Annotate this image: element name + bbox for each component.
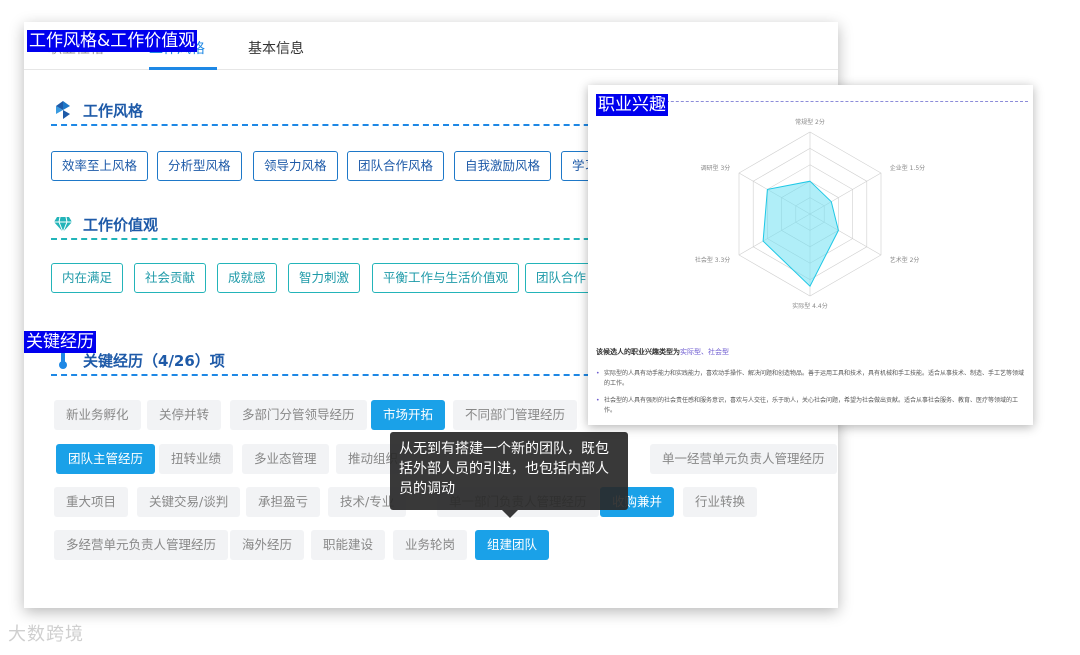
watermark-logo: 大数跨境	[8, 624, 84, 645]
work-style-values-label: 工作风格&工作价值观	[27, 30, 198, 52]
experience-tag[interactable]: 多业态管理	[242, 444, 329, 474]
interest-description: 实际型的人具有动手能力和实践能力，喜欢动手操作、解决问题和创造物品。善于运用工具…	[596, 369, 1026, 389]
work-style-tag[interactable]: 分析型风格	[157, 151, 242, 181]
experience-tag[interactable]: 承担盈亏	[246, 487, 321, 517]
work-value-tag[interactable]: 智力刺激	[288, 263, 361, 293]
radar-axis-label: 企业型 1.5分	[890, 164, 925, 172]
tab-basic-info[interactable]: 基本信息	[248, 38, 304, 58]
experience-tag-active[interactable]: 组建团队	[475, 530, 550, 560]
experience-tag[interactable]: 新业务孵化	[54, 400, 141, 430]
work-style-tag[interactable]: 团队合作风格	[347, 151, 445, 181]
work-style-tag[interactable]: 自我激励风格	[454, 151, 552, 181]
experience-tag-active[interactable]: 团队主管经历	[56, 444, 156, 474]
experience-tag[interactable]: 多经营单元负责人管理经历	[54, 530, 229, 560]
interest-radar-chart: 常规型 2分企业型 1.5分艺术型 2分实际型 4.4分 社会型 3.3分 调研型 …	[695, 118, 925, 310]
experience-tag[interactable]: 重大项目	[54, 487, 129, 517]
experience-tag[interactable]: 职能建设	[311, 530, 386, 560]
work-style-tag[interactable]: 领导力风格	[253, 151, 338, 181]
work-values-title: 工作价值观	[83, 216, 159, 234]
radar-axis-label: 艺术型 2分	[890, 256, 920, 264]
radar-axis-label: 实际型 4.4分	[792, 302, 827, 310]
work-value-tag[interactable]: 平衡工作与生活价值观	[372, 263, 520, 293]
career-interest-label: 职业兴趣	[596, 94, 668, 116]
work-value-tag[interactable]: 内在满足	[51, 263, 124, 293]
experience-tooltip: 从无到有搭建一个新的团队，既包括外部人员的引进，也包括内部人员的调动	[390, 432, 628, 510]
active-tab-indicator	[149, 67, 217, 70]
work-value-tag[interactable]: 社会贡献	[134, 263, 207, 293]
work-style-tag[interactable]: 效率至上风格	[51, 151, 149, 181]
experience-tag[interactable]: 单一经营单元负责人管理经历	[650, 444, 837, 474]
experience-tag[interactable]: 不同部门管理经历	[453, 400, 578, 430]
experience-tag[interactable]: 业务轮岗	[393, 530, 468, 560]
interest-description: 社会型的人具有强烈的社会责任感和服务意识，喜欢与人交往，乐于助人，关心社会问题，…	[596, 396, 1026, 416]
experience-tag[interactable]: 多部门分管领导经历	[230, 400, 367, 430]
diamond-icon	[54, 216, 72, 234]
experience-tag[interactable]: 关键交易/谈判	[137, 487, 241, 517]
career-interest-panel: 常规型 2分企业型 1.5分 艺术型 2分实际型 4.4分 社会型 3.3分 调研型 …	[588, 85, 1033, 425]
experience-tag[interactable]: 行业转换	[683, 487, 758, 517]
radar-axis-label: 常规型 2分	[795, 118, 825, 126]
experience-tag[interactable]: 关停并转	[147, 400, 222, 430]
experience-tag-active[interactable]: 市场开拓	[371, 400, 446, 430]
key-experience-title: 关键经历（4/26）项	[83, 352, 225, 370]
tooltip-arrow	[502, 510, 518, 518]
interest-summary-types: 实际型、社会型	[680, 348, 729, 356]
interest-summary-prefix: 该候选人的职业兴趣类型为	[596, 348, 680, 356]
radar-axis-label: 社会型 3.3分	[695, 256, 730, 264]
thermometer-icon	[59, 352, 67, 369]
work-style-icon	[56, 101, 70, 119]
radar-data-area	[762, 180, 839, 288]
radar-axis-label: 调研型 3分	[701, 164, 731, 172]
work-value-tag[interactable]: 团队合作	[525, 263, 598, 293]
key-experience-label: 关键经历	[24, 331, 96, 353]
work-style-title: 工作风格	[83, 102, 144, 120]
experience-tag[interactable]: 海外经历	[230, 530, 305, 560]
interest-summary: 该候选人的职业兴趣类型为实际型、社会型	[596, 347, 729, 357]
work-value-tag[interactable]: 成就感	[217, 263, 277, 293]
experience-tag[interactable]: 扭转业绩	[159, 444, 234, 474]
